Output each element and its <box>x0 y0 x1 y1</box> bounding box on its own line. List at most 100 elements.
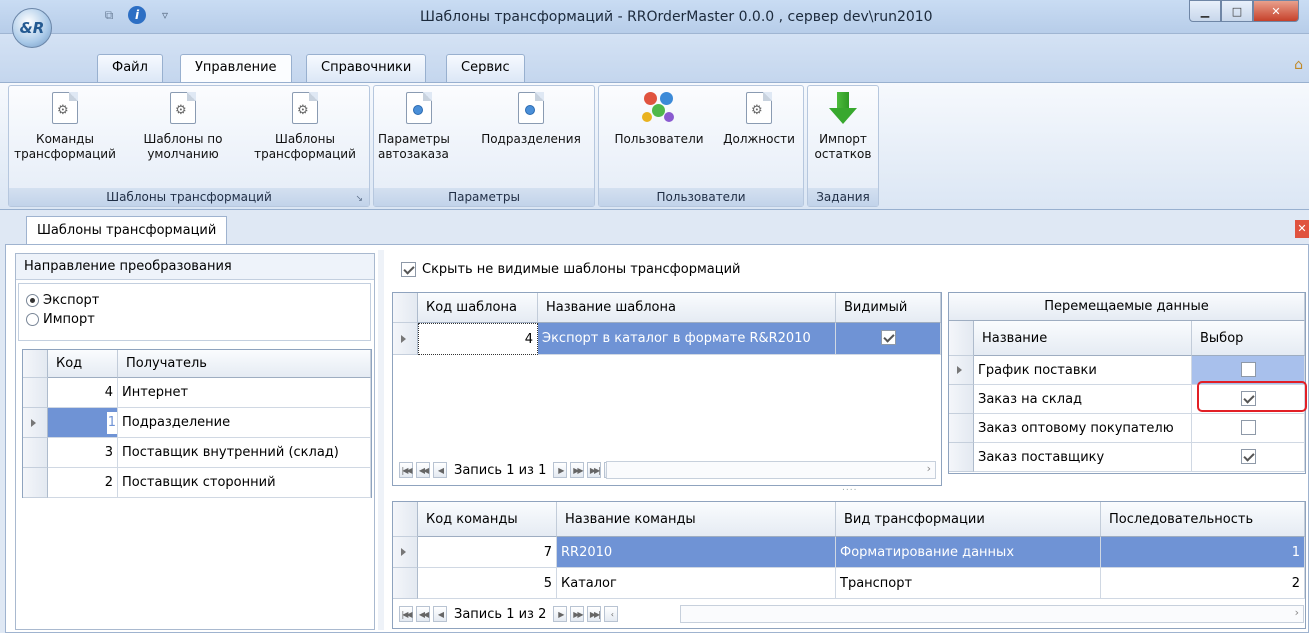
autoorder-params-button[interactable]: Параметры автозаказа <box>378 92 470 162</box>
close-tab-button[interactable]: ✕ <box>1295 220 1309 238</box>
info-icon[interactable]: i <box>128 6 146 24</box>
commands-hscrollbar[interactable]: › <box>680 605 1304 623</box>
cell-template-name[interactable]: Экспорт в каталог в формате R&R2010 <box>538 323 836 355</box>
cell-template-code[interactable]: 4 <box>418 323 538 355</box>
positions-button[interactable]: ⚙ Должности <box>717 92 801 147</box>
row-indicator[interactable] <box>949 414 974 443</box>
users-button[interactable]: Пользователи <box>603 92 715 147</box>
cell-code[interactable]: 2 <box>48 468 118 498</box>
qat-dropdown-icon[interactable]: ▿ <box>156 6 174 24</box>
transform-templates-button[interactable]: ⚙ Шаблоны трансформаций <box>249 92 361 162</box>
row-indicator[interactable] <box>949 443 974 472</box>
row-indicator[interactable] <box>393 568 418 599</box>
cell-command-name[interactable]: RR2010 <box>557 537 836 568</box>
cell-recipient[interactable]: Поставщик внутренний (склад) <box>118 438 371 468</box>
cell-code[interactable]: 4 <box>48 378 118 408</box>
header-sequence[interactable]: Последовательность <box>1101 502 1305 537</box>
prev-page-button[interactable]: ◀◀ <box>416 462 430 478</box>
commands-navigator: |◀◀ ◀◀ ◀ Запись 1 из 2 ▶ ▶▶ ▶▶| ‹ <box>393 600 619 628</box>
next-record-button[interactable]: ▶ <box>553 462 568 478</box>
cell-name[interactable]: График поставки <box>974 356 1192 385</box>
header-selection[interactable]: Выбор <box>1192 321 1305 356</box>
cell-command-code[interactable]: 7 <box>418 537 557 568</box>
cell-selection[interactable] <box>1192 443 1305 472</box>
app-logo-button[interactable]: &R <box>12 8 52 48</box>
header-template-name[interactable]: Название шаблона <box>538 293 836 323</box>
radio-import[interactable]: Импорт <box>26 310 99 329</box>
selection-checkbox[interactable] <box>1240 362 1256 377</box>
next-page-button[interactable]: ▶▶ <box>570 462 585 478</box>
last-record-button[interactable]: ▶▶| <box>587 606 602 622</box>
scroll-left-icon[interactable]: ‹ <box>604 606 619 622</box>
home-icon[interactable]: ⌂ <box>1294 57 1303 73</box>
selection-checkbox[interactable] <box>1240 449 1256 464</box>
tab-references[interactable]: Справочники <box>306 54 427 82</box>
cell-transform-type[interactable]: Транспорт <box>836 568 1101 599</box>
row-indicator[interactable] <box>23 438 48 468</box>
cell-name[interactable]: Заказ поставщику <box>974 443 1192 472</box>
header-template-code[interactable]: Код шаблона <box>418 293 538 323</box>
departments-button[interactable]: Подразделения <box>470 92 592 147</box>
last-record-button[interactable]: ▶▶| <box>587 462 602 478</box>
tab-file[interactable]: Файл <box>97 54 163 82</box>
next-record-button[interactable]: ▶ <box>553 606 568 622</box>
checkbox-label: Скрыть не видимые шаблоны трансформаций <box>422 262 741 277</box>
default-templates-button[interactable]: ⚙ Шаблоны по умолчанию <box>129 92 237 162</box>
row-indicator[interactable] <box>949 356 974 385</box>
cell-code[interactable]: 3 <box>48 438 118 468</box>
row-indicator[interactable] <box>949 385 974 414</box>
import-stock-button[interactable]: Импорт остатков <box>810 92 876 162</box>
cell-transform-type[interactable]: Форматирование данных <box>836 537 1101 568</box>
maximize-button[interactable]: □ <box>1221 0 1253 22</box>
button-label: Команды трансформаций <box>14 132 116 161</box>
tab-service[interactable]: Сервис <box>446 54 525 82</box>
header-command-code[interactable]: Код команды <box>418 502 557 537</box>
row-indicator[interactable] <box>23 468 48 498</box>
header-command-name[interactable]: Название команды <box>557 502 836 537</box>
first-record-button[interactable]: |◀◀ <box>399 606 413 622</box>
tab-transform-templates[interactable]: Шаблоны трансформаций <box>26 216 228 244</box>
transform-commands-button[interactable]: ⚙ Команды трансформаций <box>11 92 119 162</box>
row-indicator[interactable] <box>393 323 418 355</box>
cell-sequence[interactable]: 1 <box>1101 537 1305 568</box>
row-indicator[interactable] <box>23 378 48 408</box>
cell-name[interactable]: Заказ оптовому покупателю <box>974 414 1192 443</box>
scroll-right-icon[interactable]: › <box>927 462 931 475</box>
cell-recipient[interactable]: Подразделение <box>118 408 371 438</box>
hide-invisible-checkbox[interactable]: Скрыть не видимые шаблоны трансформаций <box>401 262 741 277</box>
header-recipient[interactable]: Получатель <box>118 350 371 378</box>
minimize-button[interactable]: ▁ <box>1189 0 1221 22</box>
cell-command-code[interactable]: 5 <box>418 568 557 599</box>
vertical-splitter[interactable] <box>378 250 384 630</box>
row-indicator[interactable] <box>393 537 418 568</box>
templates-hscrollbar[interactable]: › <box>606 461 936 479</box>
first-record-button[interactable]: |◀◀ <box>399 462 413 478</box>
prev-page-button[interactable]: ◀◀ <box>416 606 430 622</box>
radio-export[interactable]: Экспорт <box>26 291 99 310</box>
scroll-right-icon[interactable]: › <box>1295 606 1299 619</box>
cell-selection[interactable] <box>1192 414 1305 443</box>
header-visible[interactable]: Видимый <box>836 293 941 323</box>
next-page-button[interactable]: ▶▶ <box>570 606 585 622</box>
horizontal-splitter[interactable]: .... <box>392 483 1306 497</box>
row-indicator[interactable] <box>23 408 48 438</box>
cell-name[interactable]: Заказ на склад <box>974 385 1192 414</box>
selection-checkbox[interactable] <box>1240 420 1256 435</box>
tab-management[interactable]: Управление <box>180 54 292 83</box>
group-tasks: Импорт остатков Задания <box>807 85 879 207</box>
cell-sequence[interactable]: 2 <box>1101 568 1305 599</box>
header-code[interactable]: Код <box>48 350 118 378</box>
cell-command-name[interactable]: Каталог <box>557 568 836 599</box>
header-transform-type[interactable]: Вид трансформации <box>836 502 1101 537</box>
dialog-launcher-icon[interactable]: ↘ <box>355 194 363 204</box>
cell-code[interactable]: 1 <box>48 408 118 438</box>
prev-record-button[interactable]: ◀ <box>433 606 447 622</box>
cell-recipient[interactable]: Поставщик сторонний <box>118 468 371 498</box>
copy-icon[interactable]: ⧉ <box>100 6 118 24</box>
prev-record-button[interactable]: ◀ <box>433 462 447 478</box>
cell-recipient[interactable]: Интернет <box>118 378 371 408</box>
close-window-button[interactable]: ✕ <box>1253 0 1299 22</box>
header-name[interactable]: Название <box>974 321 1192 356</box>
visible-checkbox[interactable] <box>880 330 896 345</box>
cell-visible[interactable] <box>836 323 941 355</box>
